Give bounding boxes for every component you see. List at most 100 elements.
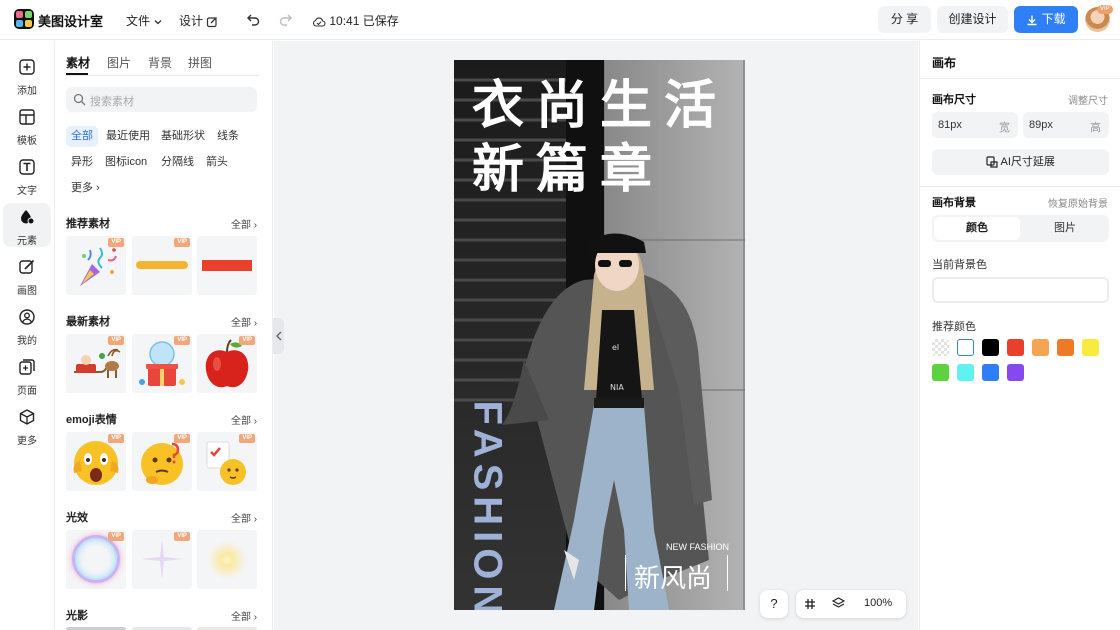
nav-item-mine[interactable]: 我的: [3, 303, 51, 347]
asset-tile[interactable]: VIP: [66, 236, 126, 295]
asset-tile[interactable]: VIP: [132, 334, 192, 393]
tab-materials[interactable]: 素材: [66, 54, 90, 71]
restore-bg-link[interactable]: 恢复原始背景: [1048, 195, 1108, 210]
zoom-level[interactable]: 100%: [864, 597, 892, 609]
nav-item-label: 我的: [17, 336, 37, 347]
color-swatch[interactable]: [1007, 339, 1024, 356]
vip-badge: VIP: [108, 434, 124, 443]
see-all-link[interactable]: 全部 ›: [231, 412, 257, 427]
cube-icon: [19, 409, 35, 425]
search-icon: [73, 93, 86, 106]
asset-tile[interactable]: VIP: [66, 334, 126, 393]
search-input[interactable]: 搜索素材: [66, 87, 257, 112]
tab-backgrounds[interactable]: 背景: [148, 54, 172, 71]
grid-icon[interactable]: [804, 598, 816, 610]
color-swatch[interactable]: [932, 364, 949, 381]
collapse-panel-button[interactable]: [273, 318, 284, 354]
share-button[interactable]: 分 享: [878, 6, 931, 33]
adjust-size-link[interactable]: 调整尺寸: [1068, 92, 1108, 107]
chip-all[interactable]: 全部: [66, 126, 98, 147]
layers-icon[interactable]: [832, 597, 845, 610]
canvas-size-title: 画布尺寸: [932, 94, 976, 106]
chip-dividers[interactable]: 分隔线: [156, 152, 199, 173]
see-all-link[interactable]: 全部 ›: [231, 314, 257, 329]
help-button[interactable]: ?: [760, 590, 788, 618]
see-all-label: 全部: [231, 416, 251, 427]
color-swatch[interactable]: [1032, 339, 1049, 356]
see-all-link[interactable]: 全部 ›: [231, 216, 257, 231]
app-logo[interactable]: [14, 9, 34, 29]
asset-tile[interactable]: VIP: [132, 530, 192, 589]
color-swatch[interactable]: [957, 339, 974, 356]
nav-item-label: 画图: [17, 286, 37, 297]
asset-tile[interactable]: VIP: [132, 236, 192, 295]
chip-irregular[interactable]: 异形: [66, 152, 98, 173]
tab-images[interactable]: 图片: [107, 54, 131, 71]
color-swatch[interactable]: [982, 339, 999, 356]
chip-recent[interactable]: 最近使用: [101, 126, 155, 147]
asset-tile[interactable]: [197, 236, 257, 295]
see-all-link[interactable]: 全部 ›: [231, 608, 257, 623]
chip-icons[interactable]: 图标icon: [100, 152, 152, 173]
seg-image[interactable]: 图片: [1022, 217, 1108, 240]
width-field[interactable]: 81px 宽: [932, 112, 1018, 138]
asset-panel: 素材 图片 背景 拼图 搜索素材 全部 最近使用 基础形状 线条 异形 图标ic…: [56, 41, 273, 630]
color-swatch[interactable]: [932, 339, 949, 356]
current-bg-color[interactable]: [932, 277, 1109, 303]
poster-vertical-fashion[interactable]: FASHION: [465, 401, 510, 611]
height-unit: 高: [1090, 122, 1101, 134]
see-all-link[interactable]: 全部 ›: [231, 510, 257, 525]
seg-color[interactable]: 颜色: [934, 217, 1020, 240]
nav-item-label: 更多: [17, 436, 37, 447]
chip-more[interactable]: 更多 ›: [66, 178, 105, 199]
color-swatch[interactable]: [957, 364, 974, 381]
chip-basic-shapes[interactable]: 基础形状: [156, 126, 210, 147]
poster-title-line1[interactable]: 衣尚生活: [472, 76, 728, 136]
gift-globe-icon: [139, 341, 185, 386]
nav-item-page[interactable]: 页面: [3, 353, 51, 397]
nav-item-text[interactable]: 文字: [3, 153, 51, 197]
download-button[interactable]: 下载: [1014, 6, 1078, 33]
poster-new-fashion[interactable]: NEW FASHION: [666, 542, 729, 552]
color-swatch[interactable]: [982, 364, 999, 381]
user-icon: [19, 309, 35, 325]
poster-page[interactable]: el NIA 衣尚生活 新篇章 FASHION NEW FASHION 新风尚: [454, 60, 745, 610]
poster-title-line2[interactable]: 新篇章: [472, 140, 664, 200]
file-menu[interactable]: 文件: [126, 12, 163, 29]
asset-tile[interactable]: VIP: [66, 530, 126, 589]
redo-icon[interactable]: [278, 12, 293, 27]
thinking-emoji-icon: [141, 442, 183, 485]
nav-item-more[interactable]: 更多: [3, 403, 51, 447]
svg-text:el: el: [612, 343, 619, 352]
asset-tile[interactable]: [197, 530, 257, 589]
nav-item-draw[interactable]: 画图: [3, 253, 51, 297]
nav-item-elements[interactable]: 元素: [3, 203, 51, 247]
apple-icon: [205, 339, 249, 388]
vip-badge: VIP: [108, 532, 124, 541]
asset-tile[interactable]: VIP: [66, 432, 126, 491]
see-all-label: 全部: [231, 318, 251, 329]
poster-subtitle[interactable]: 新风尚: [634, 558, 712, 595]
vip-badge: VIP: [174, 336, 190, 345]
height-field[interactable]: 89px 高: [1023, 112, 1109, 138]
see-all-label: 全部: [231, 220, 251, 231]
nav-item-add[interactable]: 添加: [3, 53, 51, 97]
search-placeholder: 搜索素材: [90, 96, 134, 108]
create-design-button[interactable]: 创建设计: [937, 6, 1008, 33]
cloud-icon: [313, 17, 326, 27]
chip-arrows[interactable]: 箭头: [201, 152, 233, 173]
nav-item-template[interactable]: 模板: [3, 103, 51, 147]
asset-tile[interactable]: VIP: [132, 432, 192, 491]
tab-collage[interactable]: 拼图: [188, 54, 212, 71]
color-swatch[interactable]: [1007, 364, 1024, 381]
design-menu[interactable]: 设计: [179, 12, 218, 29]
color-swatch[interactable]: [1082, 339, 1099, 356]
asset-tile[interactable]: VIP: [197, 334, 257, 393]
glow-shape: [207, 540, 247, 580]
asset-tile[interactable]: VIP: [197, 432, 257, 491]
chip-lines[interactable]: 线条: [212, 126, 244, 147]
ai-extend-button[interactable]: AI尺寸延展: [932, 149, 1109, 175]
undo-icon[interactable]: [246, 12, 261, 27]
color-swatch[interactable]: [1057, 339, 1074, 356]
app-brand[interactable]: 美图设计室: [38, 11, 103, 30]
